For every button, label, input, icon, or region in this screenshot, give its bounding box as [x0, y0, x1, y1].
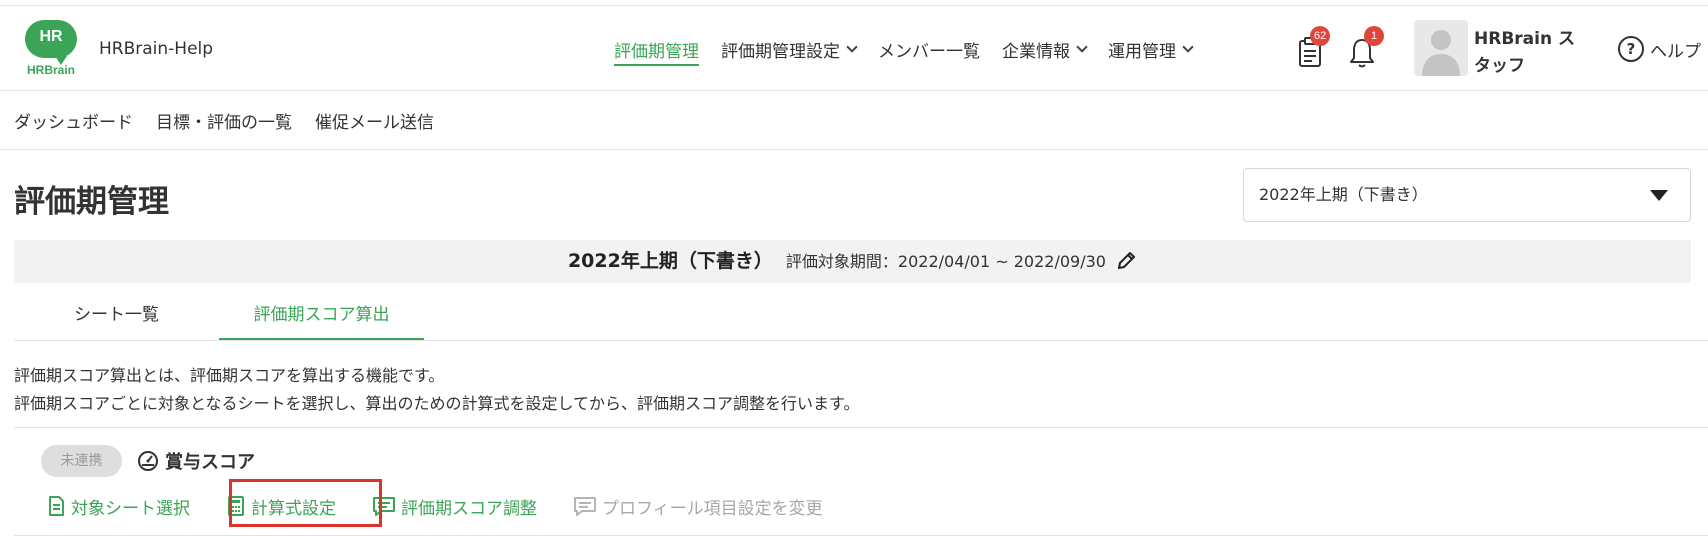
subnav-dashboard[interactable]: ダッシュボード: [14, 108, 133, 133]
period-info-bar: 2022年上期（下書き） 評価対象期間：2022/04/01 ~ 2022/09…: [14, 240, 1691, 283]
score-adjustment-button[interactable]: 評価期スコア調整: [372, 494, 537, 519]
user-name[interactable]: HRBrain スタッフ: [1474, 26, 1584, 80]
pencil-icon[interactable]: [1115, 250, 1137, 272]
tabs-divider: [14, 340, 1708, 341]
status-badge: 未連携: [41, 445, 122, 477]
period-select[interactable]: 2022年上期（下書き）: [1243, 168, 1691, 222]
subnav-reminder-mail[interactable]: 催促メール送信: [315, 108, 434, 133]
chevron-down-icon: [1076, 40, 1088, 53]
period-name: 2022年上期（下書き）: [567, 250, 773, 272]
nav-item-members[interactable]: メンバー一覧: [878, 6, 980, 92]
logo-hr-text: HR: [39, 28, 63, 45]
app-title[interactable]: HRBrain-Help: [99, 39, 213, 59]
description-line: 評価期スコア算出とは、評価期スコアを算出する機能です。: [14, 366, 445, 385]
bottom-divider: [14, 535, 1708, 536]
description: 評価期スコア算出とは、評価期スコアを算出する機能です。 評価期スコアごとに対象と…: [14, 362, 859, 418]
nav-item-evaluation-period[interactable]: 評価期管理: [614, 6, 699, 92]
nav-item-operations[interactable]: 運用管理: [1108, 6, 1194, 92]
section-divider: [14, 427, 1708, 428]
tasks-count-badge: 62: [1310, 26, 1331, 46]
action-label: プロフィール項目設定を変更: [602, 498, 823, 519]
change-profile-settings-button: プロフィール項目設定を変更: [573, 494, 823, 519]
select-target-sheet-button[interactable]: 対象シート選択: [46, 494, 190, 519]
tab-sheet-list[interactable]: シート一覧: [14, 298, 219, 340]
user-silhouette-icon: [1422, 30, 1460, 76]
help-link[interactable]: ? ヘルプ: [1618, 36, 1701, 62]
avatar[interactable]: [1414, 20, 1468, 76]
caret-down-icon: [1650, 190, 1668, 201]
comment-icon: [574, 497, 596, 516]
nav-item-label: 企業情報: [1002, 41, 1070, 62]
nav-item-evaluation-settings[interactable]: 評価期管理設定: [721, 6, 858, 92]
action-label: 対象シート選択: [71, 498, 190, 519]
nav-item-label: 評価期管理設定: [721, 41, 840, 62]
nav-item-label: 運用管理: [1108, 41, 1176, 62]
subnav-goals-list[interactable]: 目標・評価の一覧: [156, 108, 292, 133]
description-line: 評価期スコアごとに対象となるシートを選択し、算出のための計算式を設定してから、評…: [14, 394, 860, 413]
tabs: シート一覧 評価期スコア算出: [14, 298, 424, 340]
chevron-down-icon: [846, 40, 858, 53]
nav-item-label: メンバー一覧: [878, 41, 980, 62]
period-select-value: 2022年上期（下書き）: [1259, 185, 1428, 204]
notifications-button[interactable]: 1: [1346, 26, 1384, 70]
gauge-icon: [138, 451, 158, 471]
sub-nav: ダッシュボード 目標・評価の一覧 催促メール送信: [0, 92, 1708, 150]
tasks-button[interactable]: 62: [1292, 26, 1331, 70]
page-title: 評価期管理: [14, 184, 169, 220]
score-title-text: 賞与スコア: [165, 452, 255, 473]
chevron-down-icon: [1182, 40, 1194, 53]
action-label: 評価期スコア調整: [401, 498, 537, 519]
hrbrain-logo[interactable]: HR HRBrain: [22, 18, 80, 78]
nav-item-label: 評価期管理: [614, 41, 699, 62]
tab-score-calculation[interactable]: 評価期スコア算出: [219, 298, 424, 340]
score-actions: 対象シート選択 計算式設定 評価期スコア調整 プロフィール項目設定を変更: [46, 488, 823, 524]
notifications-count-badge: 1: [1364, 26, 1384, 46]
nav-item-company-info[interactable]: 企業情報: [1002, 6, 1088, 92]
document-icon: [49, 496, 64, 516]
main-nav: 評価期管理 評価期管理設定 メンバー一覧 企業情報 運用管理: [614, 6, 1214, 92]
logo-wordmark: HRBrain: [26, 63, 75, 77]
score-title: 賞与スコア: [137, 448, 255, 474]
help-label: ヘルプ: [1650, 41, 1701, 62]
help-icon: ?: [1618, 36, 1644, 62]
period-range: 評価対象期間：2022/04/01 ~ 2022/09/30: [785, 252, 1106, 271]
highlight-box: [229, 479, 382, 527]
top-header: HR HRBrain HRBrain-Help 評価期管理 評価期管理設定 メン…: [0, 5, 1708, 91]
